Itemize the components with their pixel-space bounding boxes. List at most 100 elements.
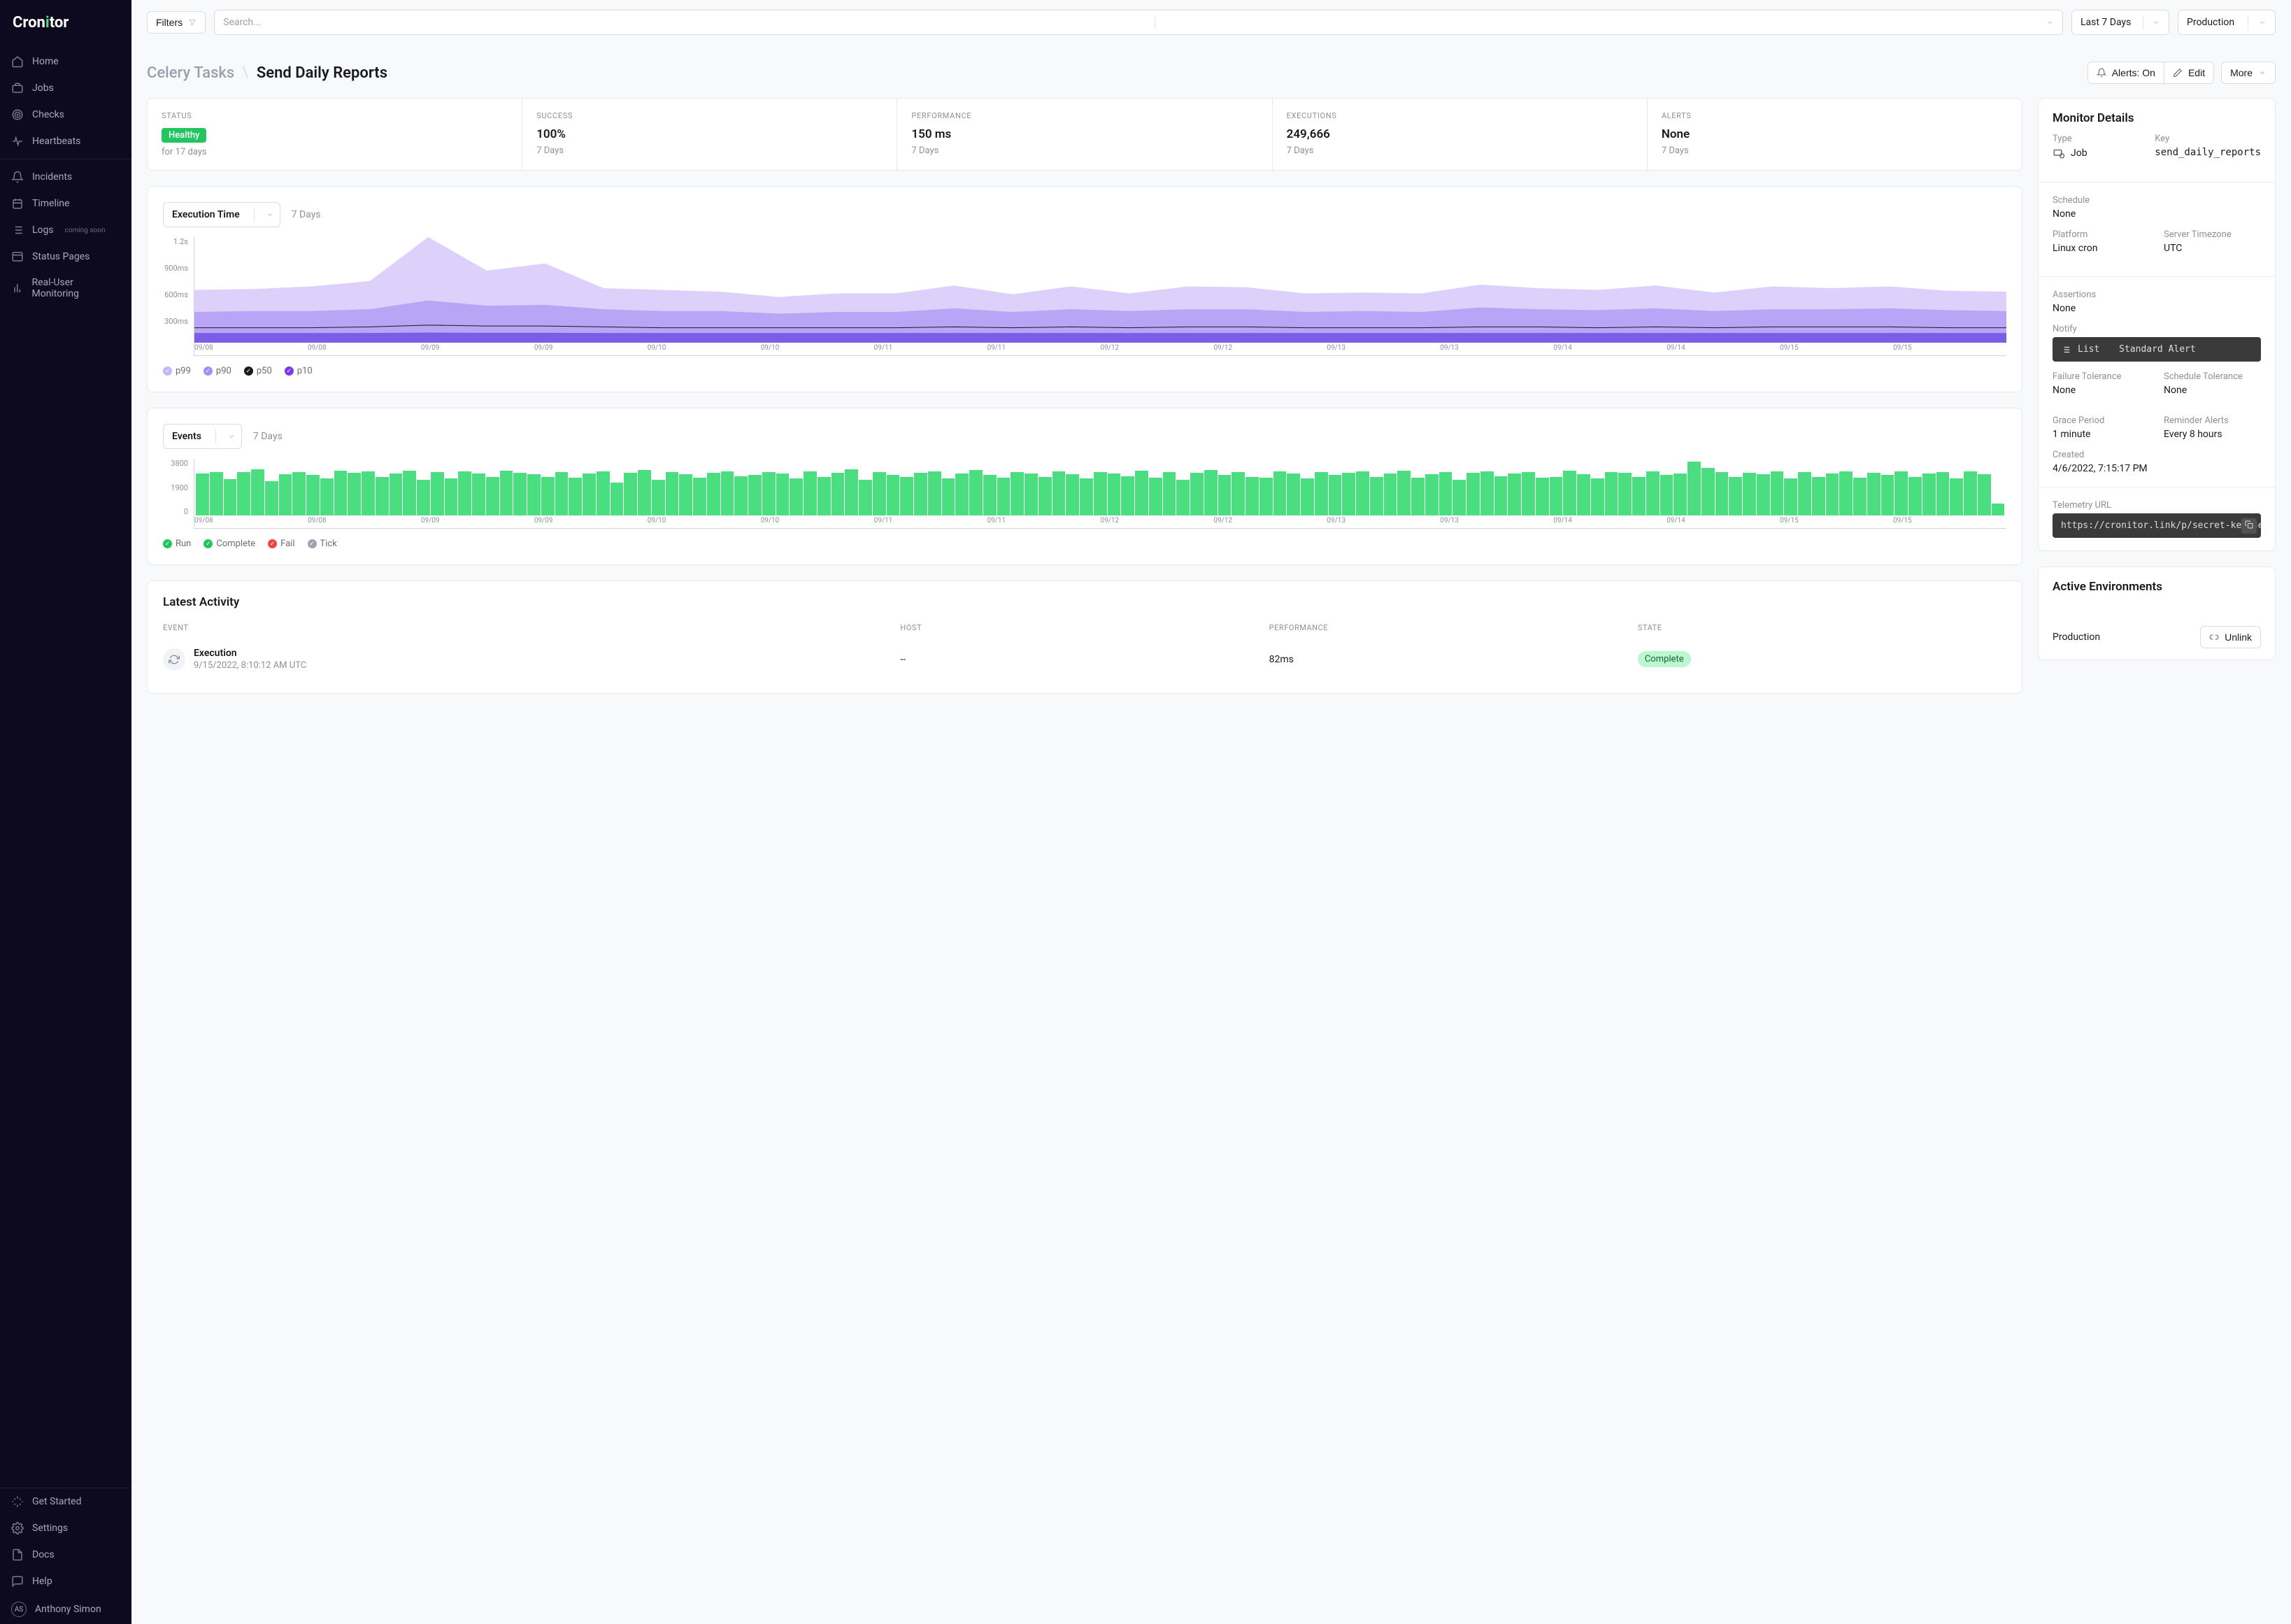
execution-time-card: Execution Time 7 Days 1.2s900ms600ms300m… [147,186,2022,392]
sidebar-item-timeline[interactable]: Timeline [0,190,131,217]
bar [1646,471,1660,515]
bar [541,477,555,515]
sidebar-item-status-pages[interactable]: Status Pages [0,243,131,270]
active-environments-card: Active Environments Production Unlink [2038,567,2276,660]
y-tick: 1.2s [163,237,188,246]
x-tick: 09/08 [308,517,421,528]
legend-item[interactable]: ✓Run [163,539,191,549]
bar [403,471,416,515]
bar [955,473,969,515]
bar [1757,474,1770,515]
topbar: Filters Search... Last 7 Days Production [131,0,2291,45]
x-tick: 09/12 [1101,344,1214,355]
y-tick: 300ms [163,317,188,326]
sidebar-item-settings[interactable]: Settings [0,1515,131,1541]
sidebar-item-label: Settings [32,1523,68,1534]
pencil-icon [2173,68,2183,78]
bar [1812,477,1825,515]
alerts-toggle-button[interactable]: Alerts: On [2087,62,2164,84]
breadcrumb-parent[interactable]: Celery Tasks [147,64,234,82]
unlink-button[interactable]: Unlink [2200,626,2261,648]
bar [845,469,858,515]
sidebar-user[interactable]: AS Anthony Simon [0,1595,131,1624]
sidebar-item-real-user-monitoring[interactable]: Real-User Monitoring [0,270,131,306]
copy-icon[interactable] [2241,518,2257,534]
sidebar-item-home[interactable]: Home [0,48,131,75]
legend-item[interactable]: ✓Fail [268,539,294,549]
bar [859,480,872,515]
legend-item[interactable]: ✓p50 [244,366,272,376]
bar [306,475,320,515]
window-icon [11,250,24,263]
y-tick: 1900 [163,483,188,492]
bar [776,473,790,515]
user-name: Anthony Simon [35,1604,101,1615]
status-badge: Healthy [162,128,206,143]
telemetry-label: Telemetry URL [2053,500,2261,511]
bar [1218,475,1232,515]
reminder-value: Every 8 hours [2164,429,2261,440]
target-icon [11,108,24,121]
tz-label: Server Timezone [2164,229,2261,240]
legend-item[interactable]: ✓p90 [204,366,231,376]
bar [1687,462,1701,515]
bar [265,481,278,515]
bar [1039,477,1052,515]
sidebar-item-heartbeats[interactable]: Heartbeats [0,128,131,155]
env-title: Active Environments [2053,580,2261,594]
list-icon [11,224,24,236]
bar [431,472,444,515]
more-button[interactable]: More [2221,62,2276,84]
stat-value: 100% [536,127,883,141]
bar [583,473,596,515]
date-range-select[interactable]: Last 7 Days [2071,10,2169,35]
legend-item[interactable]: ✓Complete [204,539,255,549]
breadcrumb: Celery Tasks \ Send Daily Reports [147,64,387,82]
bar [1384,473,1397,515]
x-tick: 09/09 [534,517,648,528]
filters-button[interactable]: Filters [147,11,206,34]
x-tick: 09/15 [1893,344,2006,355]
y-tick: 3800 [163,459,188,468]
events-card: Events 7 Days 380019000 09/0809/0809/090… [147,408,2022,565]
edit-button[interactable]: Edit [2164,62,2214,84]
stat-success: SUCCESS100%7 Days [522,99,897,170]
table-row[interactable]: Execution9/15/2022, 8:10:12 AM UTC--82ms… [163,639,2006,679]
bar [818,477,831,515]
chat-icon [11,1575,24,1588]
date-range-value: Last 7 Days [2081,17,2131,28]
bar [611,483,624,515]
chart-metric-select[interactable]: Execution Time [163,202,280,227]
sidebar-item-docs[interactable]: Docs [0,1541,131,1568]
bar [762,472,776,515]
schedule-value: None [2053,208,2261,220]
bar [1246,477,1259,515]
bar [1992,504,2005,515]
home-icon [11,55,24,68]
sidebar-item-checks[interactable]: Checks [0,101,131,128]
legend-item[interactable]: ✓Tick [308,539,337,549]
col-header-host: HOST [900,623,1269,632]
bar [417,480,430,515]
legend-item[interactable]: ✓p99 [163,366,191,376]
stat-label: STATUS [162,111,508,120]
bar [914,473,927,515]
bar [969,470,983,515]
chart-title: Events [172,431,201,442]
sidebar-item-get-started[interactable]: Get Started [0,1488,131,1515]
sidebar-item-incidents[interactable]: Incidents [0,164,131,190]
sidebar-item-logs[interactable]: Logscoming soon [0,217,131,243]
chevron-down-icon [2258,69,2267,77]
page-actions: Alerts: On Edit More [2087,62,2276,84]
sidebar-item-help[interactable]: Help [0,1568,131,1595]
col-header-state: STATE [1638,623,2006,632]
telemetry-url[interactable]: https://cronitor.link/p/secret-key/send_… [2053,513,2261,538]
environment-select[interactable]: Production [2178,10,2276,35]
legend-item[interactable]: ✓p10 [285,366,313,376]
assertions-label: Assertions [2053,290,2261,300]
sidebar-item-jobs[interactable]: Jobs [0,75,131,101]
chart-metric-select[interactable]: Events [163,424,242,449]
search-input[interactable]: Search... [214,10,2063,35]
bar [1826,473,1839,515]
stat-performance: PERFORMANCE150 ms7 Days [897,99,1272,170]
